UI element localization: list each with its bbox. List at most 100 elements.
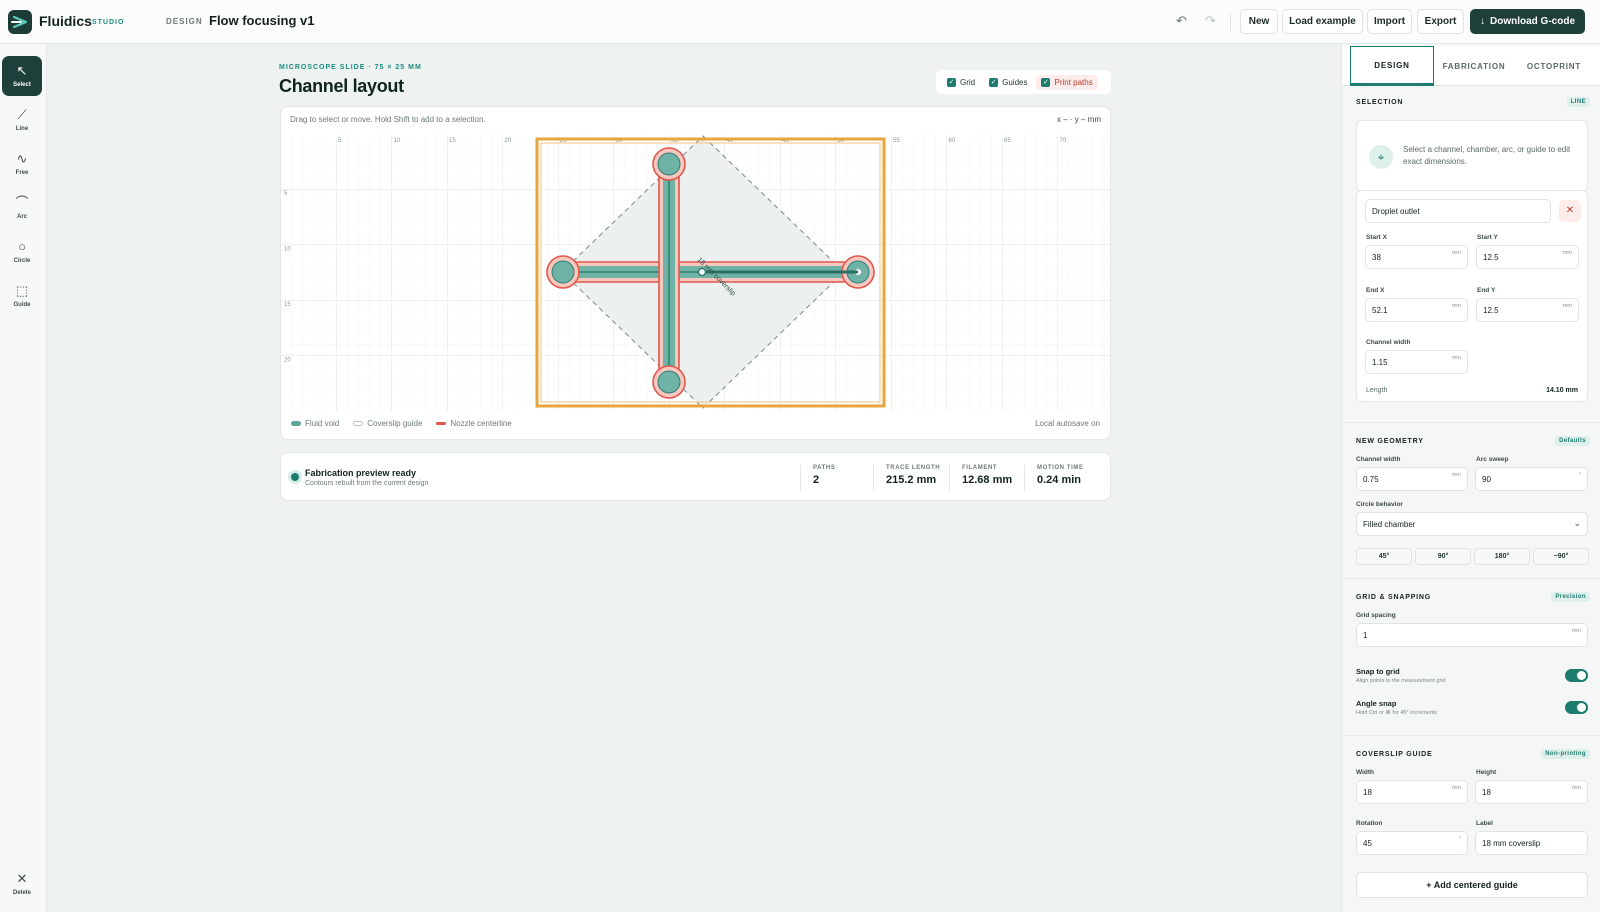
chamber-left[interactable]	[546, 255, 580, 289]
header-divider	[1230, 13, 1231, 31]
new-width-input[interactable]: 0.75 mm	[1356, 467, 1468, 491]
canvas-legend: Fluid void Coverslip guide Nozzle center…	[291, 419, 512, 428]
x-tick-label: 65	[1004, 138, 1011, 144]
end-y-label: End Y	[1477, 287, 1496, 294]
start-y-input[interactable]: 12.5 mm	[1476, 245, 1579, 269]
angle-180-button[interactable]: 180°	[1474, 548, 1530, 565]
snap-to-grid-subtitle: Align points to the measurement grid	[1356, 678, 1446, 684]
vertical-channel[interactable]	[658, 150, 680, 396]
grid-spacing-input[interactable]: 1 mm	[1356, 623, 1588, 647]
delete-selection-button[interactable]: ✕	[1559, 200, 1581, 222]
status-subtitle: Contours rebuilt from the current design	[305, 480, 429, 487]
delete-icon: ✕	[16, 871, 28, 886]
chamber-top[interactable]	[652, 147, 686, 181]
coverslip-width-value: 18	[1363, 788, 1372, 797]
guide-label-input[interactable]: 18 mm coverslip	[1475, 831, 1588, 855]
brand-name: Fluidics	[39, 13, 92, 29]
stat-value: 2	[813, 474, 820, 486]
guide-icon: ⬚	[15, 283, 29, 298]
rotation-value: 45	[1363, 839, 1372, 848]
undo-icon[interactable]: ↶	[1176, 13, 1187, 29]
rotation-input[interactable]: 45 °	[1356, 831, 1468, 855]
stat-filament: FILAMENT 12.68 mm	[949, 465, 1012, 491]
tab-fabrication[interactable]: FABRICATION	[1434, 46, 1514, 86]
arc-sweep-input[interactable]: 90 °	[1475, 467, 1588, 491]
import-button[interactable]: Import	[1367, 9, 1412, 34]
new-width-value: 0.75	[1363, 475, 1379, 484]
tab-design[interactable]: DESIGN	[1350, 46, 1434, 86]
end-y-value: 12.5	[1483, 306, 1499, 315]
stat-value: 0.24 min	[1037, 474, 1082, 486]
stat-value: 12.68 mm	[962, 474, 1013, 486]
tool-circle[interactable]: ○ Circle	[2, 232, 42, 272]
angle-snap-title: Angle snap	[1356, 699, 1397, 708]
download-icon: ↓	[1480, 16, 1485, 27]
tool-select[interactable]: ↖ Select	[2, 56, 42, 96]
grid-section-title: GRID & SNAPPING	[1356, 594, 1432, 601]
document-title[interactable]: Flow focusing v1	[209, 13, 314, 28]
circle-behavior-value: Filled chamber	[1363, 520, 1416, 529]
channel-width-input[interactable]: 1.15 mm	[1365, 350, 1468, 374]
legend-nozzle: Nozzle centerline	[436, 419, 512, 428]
tool-free[interactable]: ∿ Free	[2, 144, 42, 184]
print-paths-toggle[interactable]: ✓ Print paths	[1036, 74, 1098, 90]
coverslip-width-input[interactable]: 18 mm	[1356, 780, 1468, 804]
grid-spacing-label: Grid spacing	[1356, 612, 1396, 619]
tool-label: Free	[15, 170, 29, 176]
end-y-input[interactable]: 12.5 mm	[1476, 298, 1579, 322]
unit-label: mm	[1571, 628, 1581, 634]
print-paths-toggle-label: Print paths	[1054, 77, 1093, 87]
x-tick-label: 55	[893, 138, 900, 144]
section-divider	[1342, 735, 1600, 736]
design-canvas-svg[interactable]: 5 10 15 20 25 30 35 40 45 50 55 60 65 70 5101520	[281, 134, 1111, 411]
tool-line[interactable]: ⟋ Line	[2, 100, 42, 140]
angle-45-button[interactable]: 45°	[1356, 548, 1412, 565]
tool-delete[interactable]: ✕ Delete	[2, 864, 42, 904]
tool-arc[interactable]: ⌒ Arc	[2, 188, 42, 228]
redo-icon[interactable]: ↷	[1205, 13, 1216, 29]
tool-guide[interactable]: ⬚ Guide	[2, 276, 42, 316]
selection-section-title: SELECTION	[1356, 99, 1404, 106]
load-example-button[interactable]: Load example	[1282, 9, 1363, 34]
selection-type-badge: LINE	[1566, 97, 1590, 107]
unit-label: mm	[1451, 250, 1461, 256]
design-canvas[interactable]: 5 10 15 20 25 30 35 40 45 50 55 60 65 70 5 10 15 20	[281, 134, 1111, 411]
download-gcode-button[interactable]: ↓ Download G-code	[1470, 9, 1585, 34]
unit-label: mm	[1571, 785, 1581, 791]
angle-90-button[interactable]: 90°	[1415, 548, 1471, 565]
download-gcode-label: Download G-code	[1490, 16, 1575, 27]
unit-label: mm	[1562, 250, 1572, 256]
snap-to-grid-switch[interactable]	[1565, 669, 1588, 682]
selection-name-input[interactable]: Droplet outlet	[1365, 199, 1551, 223]
angle-snap-subtitle: Hold Ctrl or ⌘ for 45° increments	[1356, 710, 1438, 716]
y-tick-label: 20	[284, 358, 291, 364]
arc-icon: ⌒	[15, 195, 29, 210]
section-divider	[1342, 422, 1600, 423]
start-y-label: Start Y	[1477, 234, 1498, 241]
grid-toggle[interactable]: ✓ Grid	[942, 75, 980, 90]
guides-toggle[interactable]: ✓ Guides	[984, 75, 1032, 90]
channel-width-value: 1.15	[1372, 358, 1388, 367]
coverslip-section-title: COVERSLIP GUIDE	[1356, 751, 1433, 758]
end-x-input[interactable]: 52.1 mm	[1365, 298, 1468, 322]
start-x-input[interactable]: 38 mm	[1365, 245, 1468, 269]
top-bar: Fluidics STUDIO DESIGN Flow focusing v1 …	[0, 0, 1600, 44]
tab-octoprint[interactable]: OCTOPRINT	[1514, 46, 1594, 86]
start-x-label: Start X	[1366, 234, 1387, 241]
add-centered-guide-button[interactable]: + Add centered guide	[1356, 872, 1588, 898]
stat-label: FILAMENT	[962, 465, 998, 471]
coverslip-height-label: Height	[1476, 769, 1497, 776]
circle-behavior-select[interactable]: Filled chamber ⌄	[1356, 512, 1588, 536]
cursor-coordinates: x – · y – mm	[1056, 115, 1101, 124]
chamber-bottom[interactable]	[652, 365, 686, 399]
x-tick-label: 20	[505, 138, 512, 144]
freehand-icon: ∿	[16, 151, 28, 166]
x-tick-label: 60	[949, 138, 956, 144]
line-icon: ⟋	[17, 107, 27, 122]
chevron-down-icon: ⌄	[1573, 518, 1581, 528]
new-button[interactable]: New	[1240, 9, 1278, 34]
angle-snap-switch[interactable]	[1565, 701, 1588, 714]
coverslip-height-input[interactable]: 18 mm	[1475, 780, 1588, 804]
angle-minus-90-button[interactable]: −90°	[1533, 548, 1589, 565]
export-button[interactable]: Export	[1417, 9, 1464, 34]
